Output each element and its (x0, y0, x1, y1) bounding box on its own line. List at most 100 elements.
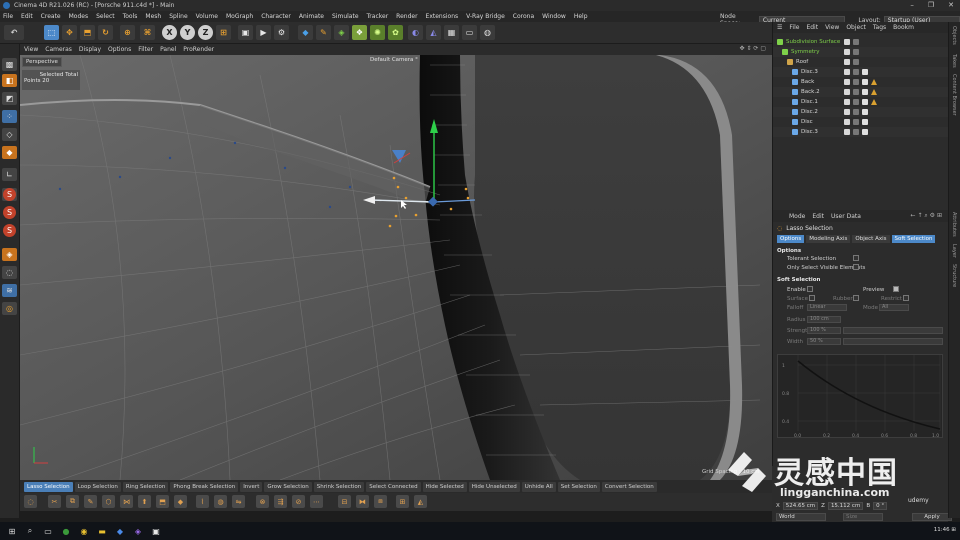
subdivision-surface-icon[interactable]: ◈ (334, 25, 349, 40)
dock-tab-attributes[interactable]: Attributes (951, 212, 957, 237)
menu-mesh[interactable]: Mesh (145, 13, 161, 20)
axis-mode-icon[interactable]: ∟ (2, 168, 17, 181)
menu-volume[interactable]: Volume (196, 13, 218, 20)
dock-tab-objects[interactable]: Objects (951, 26, 957, 45)
edges-mode-icon[interactable]: ◇ (2, 128, 17, 141)
brush-icon[interactable]: ✎ (84, 495, 97, 508)
invert-button[interactable]: Invert (240, 481, 263, 492)
object-name[interactable]: Disc.1 (801, 99, 818, 105)
coordinate-system-icon[interactable]: ⊞ (216, 25, 231, 40)
object-tree-row[interactable]: Disc.1 (773, 97, 948, 107)
layer-visibility-icon[interactable] (844, 109, 850, 115)
render-settings-icon[interactable]: ⚙ (274, 25, 289, 40)
magnet-icon[interactable]: ◍ (214, 495, 227, 508)
mode-dropdown[interactable]: All (879, 304, 909, 311)
object-manager-menu-icon[interactable]: ☰ (777, 24, 782, 31)
object-name[interactable]: Subdivision Surface (786, 39, 840, 45)
om-menu-bookmarks[interactable]: Bookm (893, 24, 914, 31)
system-tray-clock[interactable]: 11:46 ⊞ (934, 527, 956, 533)
only-visible-checkbox[interactable] (853, 264, 859, 270)
polygons-mode-icon[interactable]: ◆ (2, 146, 17, 159)
lasso-selection-button[interactable]: Lasso Selection (24, 481, 73, 492)
coord-b-field[interactable]: 0 ° (873, 502, 888, 510)
layer-visibility-icon[interactable] (844, 49, 850, 55)
dock-tab-takes[interactable]: Takes (951, 54, 957, 68)
array-tool-icon[interactable]: ⧈ (374, 495, 387, 508)
dock-tab-structure[interactable]: Structure (951, 264, 957, 287)
preview-checkbox[interactable] (893, 286, 899, 292)
tab-object-axis[interactable]: Object Axis (852, 235, 890, 243)
live-selection-icon[interactable]: ⬚ (44, 25, 59, 40)
object-tree-row[interactable]: Back.2 (773, 87, 948, 97)
am-menu-mode[interactable]: Mode (789, 213, 805, 220)
phong-tag-icon[interactable] (862, 119, 868, 125)
object-name[interactable]: Roof (796, 59, 808, 65)
floor-icon[interactable]: ▭ (462, 25, 477, 40)
shrink-selection-button[interactable]: Shrink Selection (313, 481, 365, 492)
scene-icon[interactable]: ▦ (444, 25, 459, 40)
object-name[interactable]: Disc (801, 119, 813, 125)
menu-tracker[interactable]: Tracker (367, 13, 389, 20)
strength-slider[interactable] (843, 327, 943, 334)
restrict-checkbox[interactable] (903, 295, 909, 301)
object-tree-row[interactable]: Disc.3 (773, 127, 948, 137)
dissolve-icon[interactable]: ⊘ (292, 495, 305, 508)
axis-z-lock-button[interactable]: Z (198, 25, 213, 40)
menu-corona[interactable]: Corona (513, 13, 534, 20)
am-menu-user-data[interactable]: User Data (831, 213, 861, 220)
object-tree-row[interactable]: Disc.2 (773, 107, 948, 117)
coord-mode-dropdown[interactable]: Size (843, 513, 883, 521)
render-visibility-icon[interactable] (853, 59, 859, 65)
task-view-icon[interactable]: ▭ (42, 525, 54, 537)
scale-icon[interactable]: ⬒ (80, 25, 95, 40)
texture-mode-icon[interactable]: ◩ (2, 92, 17, 105)
knife-icon[interactable]: ✂ (48, 495, 61, 508)
surface-checkbox[interactable] (809, 295, 815, 301)
object-tree-row[interactable]: Roof (773, 57, 948, 67)
phong-tag-icon[interactable] (862, 109, 868, 115)
close-polygon-icon[interactable]: ⬡ (102, 495, 115, 508)
warning-tag-icon[interactable] (871, 99, 877, 105)
coord-x-field[interactable]: 524.65 cm (782, 502, 819, 510)
bridge-icon[interactable]: ⧉ (66, 495, 79, 508)
falloff-dropdown[interactable]: Linear (807, 304, 847, 311)
menu-modes[interactable]: Modes (69, 13, 88, 20)
menu-simulate[interactable]: Simulate (332, 13, 359, 20)
object-name[interactable]: Disc.2 (801, 109, 818, 115)
viewport-menu-filter[interactable]: Filter (138, 46, 153, 53)
coord-space-dropdown[interactable]: World (776, 513, 826, 521)
make-editable-icon[interactable]: ▩ (2, 58, 17, 71)
array-icon[interactable]: ❖ (352, 25, 367, 40)
model-mode-icon[interactable]: ◧ (2, 74, 17, 87)
layer-visibility-icon[interactable] (844, 39, 850, 45)
render-visibility-icon[interactable] (853, 119, 859, 125)
viewport-nav-icon[interactable]: ✥ ⇕ ⟳ ▢ (740, 45, 766, 52)
menu-help[interactable]: Help (574, 13, 588, 20)
phong-tag-icon[interactable] (862, 89, 868, 95)
tab-modeling-axis[interactable]: Modeling Axis (806, 235, 851, 243)
rubber-checkbox[interactable] (853, 295, 859, 301)
ring-selection-button[interactable]: Ring Selection (122, 481, 169, 492)
viewport-view-name[interactable]: Perspective (22, 57, 62, 67)
apply-button[interactable]: Apply (912, 513, 952, 521)
phong-break-selection-button[interactable]: Phong Break Selection (170, 481, 239, 492)
points-mode-icon[interactable]: ⁘ (2, 110, 17, 123)
menu-window[interactable]: Window (542, 13, 566, 20)
unhide-all-button[interactable]: Unhide All (521, 481, 556, 492)
close-button[interactable]: ✕ (948, 1, 954, 9)
object-tree-row[interactable]: Back (773, 77, 948, 87)
render-to-picture-viewer-icon[interactable]: ▶ (256, 25, 271, 40)
tolerant-selection-checkbox[interactable] (853, 255, 859, 261)
3d-viewport[interactable]: Perspective Default Camera ° Selected To… (20, 55, 772, 480)
axis-x-lock-button[interactable]: X (162, 25, 177, 40)
select-connected-button[interactable]: Select Connected (366, 481, 421, 492)
tab-options[interactable]: Options (777, 235, 805, 243)
layers-icon[interactable]: ≋ (2, 284, 17, 297)
object-name[interactable]: Disc.3 (801, 129, 818, 135)
warning-tag-icon[interactable] (871, 79, 877, 85)
maximize-button[interactable]: ❐ (928, 1, 934, 9)
coord-y-field[interactable]: 15.112 cm (827, 502, 864, 510)
extra-tool-icon[interactable]: ⌘ (140, 25, 155, 40)
render-visibility-icon[interactable] (853, 79, 859, 85)
render-visibility-icon[interactable] (853, 109, 859, 115)
